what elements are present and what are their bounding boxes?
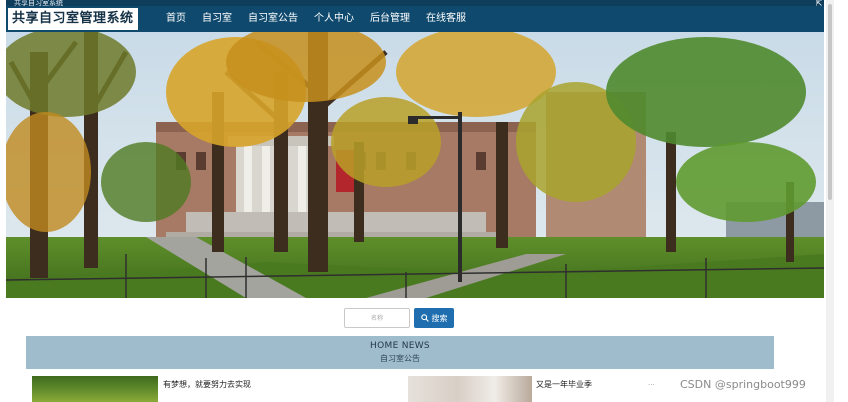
search-button-label: 搜索 [431,313,448,323]
hero-image [6,32,824,298]
news-title-en: HOME NEWS [370,341,430,351]
site-title[interactable]: 共享自习室管理系统 [8,8,138,30]
scrollbar-thumb[interactable] [828,4,832,200]
search-input[interactable] [344,308,410,328]
nav-item-study-rooms[interactable]: 自习室 [194,6,240,32]
news-item-title[interactable]: 又是一年毕业季 [536,379,592,390]
page: 共享自习室系统 ⇱ 共享自习室管理系统 首页 自习室 自习室公告 个人中心 后台… [0,0,848,402]
search-bar: 搜索 [344,308,456,328]
news-date: ... [648,379,655,387]
news-title-cn: 自习室公告 [380,354,420,363]
hero-banner[interactable] [6,32,824,298]
nav-item-customer-service[interactable]: 在线客服 [418,6,474,32]
news-thumbnail[interactable] [408,376,532,402]
nav-item-profile[interactable]: 个人中心 [306,6,362,32]
navbar: 共享自习室管理系统 首页 自习室 自习室公告 个人中心 后台管理 在线客服 [6,6,824,32]
news-item-title[interactable]: 有梦想，就要努力去实现 [163,379,251,390]
nav-item-announcements[interactable]: 自习室公告 [240,6,306,32]
search-button[interactable]: 搜索 [414,308,454,328]
watermark: CSDN @springboot999 [680,378,806,391]
nav-menu: 首页 自习室 自习室公告 个人中心 后台管理 在线客服 [160,6,474,32]
nav-item-admin[interactable]: 后台管理 [362,6,418,32]
nav-item-home[interactable]: 首页 [160,6,194,32]
news-section-header: HOME NEWS 自习室公告 [26,336,774,369]
search-icon [420,314,429,322]
news-thumbnail[interactable] [32,376,158,402]
